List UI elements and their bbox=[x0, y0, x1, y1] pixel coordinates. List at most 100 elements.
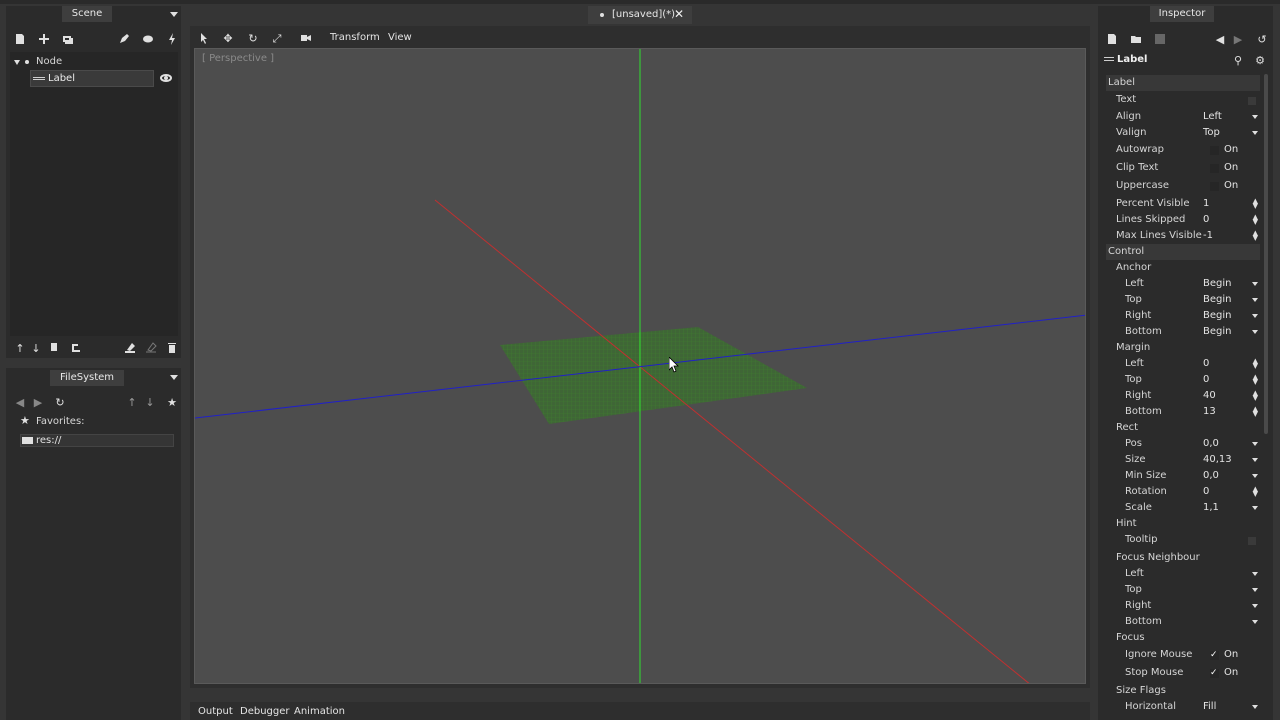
settings-gear-icon[interactable]: ⚙ bbox=[1252, 52, 1268, 68]
inspector-scrollbar[interactable] bbox=[1264, 74, 1268, 434]
3d-canvas[interactable]: [ Perspective ] bbox=[194, 48, 1086, 684]
prop-stop-mouse[interactable]: Stop Mouse On bbox=[1106, 665, 1260, 681]
prop-ignore-mouse[interactable]: Ignore Mouse On bbox=[1106, 647, 1260, 663]
rotate-tool-icon[interactable]: ↻ bbox=[245, 30, 261, 46]
group-rect[interactable]: Rect bbox=[1106, 420, 1260, 436]
prop-rect-min-size[interactable]: Min Size 0,0 bbox=[1106, 468, 1260, 484]
refresh-icon[interactable]: ↻ bbox=[52, 394, 68, 410]
section-label[interactable]: Label bbox=[1106, 75, 1260, 91]
search-icon[interactable]: ⚲ bbox=[1230, 52, 1246, 68]
reparent-icon[interactable] bbox=[68, 340, 84, 356]
spinner-icon[interactable]: ▲ ▼ bbox=[1253, 198, 1258, 210]
open-folder-icon[interactable] bbox=[1128, 31, 1144, 47]
spinner-icon[interactable]: ▲ ▼ bbox=[1253, 358, 1258, 370]
favorite-star-icon[interactable]: ★ bbox=[164, 394, 180, 410]
prop-valign[interactable]: Valign Top bbox=[1106, 125, 1260, 141]
close-tab-icon[interactable]: ✕ bbox=[674, 7, 684, 21]
prop-text[interactable]: Text bbox=[1106, 92, 1260, 108]
prop-rect-scale[interactable]: Scale 1,1 bbox=[1106, 500, 1260, 516]
prop-focus-right[interactable]: Right bbox=[1106, 598, 1260, 614]
visibility-eye-icon[interactable] bbox=[160, 74, 172, 82]
history-forward-icon[interactable]: ▶ bbox=[1230, 31, 1246, 47]
script-disabled-icon[interactable] bbox=[143, 340, 159, 356]
edit-script-icon[interactable] bbox=[116, 31, 132, 47]
inspector-tab[interactable]: Inspector bbox=[1150, 6, 1214, 22]
prop-anchor-bottom[interactable]: Bottom Begin bbox=[1106, 324, 1260, 340]
instance-icon[interactable] bbox=[60, 31, 76, 47]
delete-icon[interactable] bbox=[164, 340, 180, 356]
merge-icon[interactable] bbox=[122, 340, 138, 356]
text-edit-icon[interactable] bbox=[1248, 97, 1256, 105]
prop-max-lines-visible[interactable]: Max Lines Visible -1 ▲ ▼ bbox=[1106, 228, 1260, 244]
prop-margin-right[interactable]: Right 40 ▲ ▼ bbox=[1106, 388, 1260, 404]
prop-lines-skipped[interactable]: Lines Skipped 0 ▲ ▼ bbox=[1106, 212, 1260, 228]
perspective-label[interactable]: [ Perspective ] bbox=[202, 53, 274, 64]
prop-tooltip[interactable]: Tooltip bbox=[1106, 532, 1260, 548]
history-back-icon[interactable]: ◀ bbox=[1212, 31, 1228, 47]
camera-toggle-icon[interactable] bbox=[298, 30, 314, 46]
move-up-icon[interactable]: ↑ bbox=[12, 340, 28, 356]
move-down-icon[interactable]: ↓ bbox=[28, 340, 44, 356]
prop-percent-visible[interactable]: Percent Visible 1 ▲ ▼ bbox=[1106, 196, 1260, 212]
view-menu[interactable]: View bbox=[388, 32, 412, 43]
filesystem-menu-arrow[interactable] bbox=[170, 375, 178, 380]
autowrap-checkbox[interactable] bbox=[1210, 146, 1219, 155]
signals-icon[interactable] bbox=[164, 31, 180, 47]
tree-row-node[interactable]: Node bbox=[10, 54, 178, 70]
prop-uppercase[interactable]: Uppercase On bbox=[1106, 178, 1260, 194]
add-node-icon[interactable] bbox=[36, 31, 52, 47]
spinner-icon[interactable]: ▲ ▼ bbox=[1253, 214, 1258, 226]
scene-tab-title[interactable]: [unsaved](*) bbox=[612, 9, 675, 20]
animation-tab[interactable]: Animation bbox=[294, 706, 345, 717]
select-tool-icon[interactable] bbox=[196, 30, 212, 46]
clip-text-checkbox[interactable] bbox=[1210, 164, 1219, 173]
prop-focus-top[interactable]: Top bbox=[1106, 582, 1260, 598]
prop-anchor-top[interactable]: Top Begin bbox=[1106, 292, 1260, 308]
prop-horizontal[interactable]: Horizontal Fill bbox=[1106, 699, 1260, 715]
group-focus-neighbour[interactable]: Focus Neighbour bbox=[1106, 550, 1260, 566]
history-icon[interactable]: ↺ bbox=[1254, 31, 1270, 47]
save-icon[interactable] bbox=[1152, 31, 1168, 47]
new-resource-icon[interactable] bbox=[1104, 31, 1120, 47]
favorites-row[interactable]: ★ Favorites: bbox=[18, 414, 174, 430]
spinner-icon[interactable]: ▲ ▼ bbox=[1253, 390, 1258, 402]
ignore-mouse-checkbox[interactable] bbox=[1210, 647, 1219, 663]
section-control[interactable]: Control bbox=[1106, 244, 1260, 260]
text-edit-icon[interactable] bbox=[1248, 537, 1256, 545]
stop-mouse-checkbox[interactable] bbox=[1210, 665, 1219, 681]
tree-row-label[interactable]: Label bbox=[30, 70, 154, 87]
prop-rect-pos[interactable]: Pos 0,0 bbox=[1106, 436, 1260, 452]
move-tool-icon[interactable]: ✥ bbox=[220, 30, 236, 46]
filesystem-tab[interactable]: FileSystem bbox=[50, 370, 124, 386]
prop-margin-top[interactable]: Top 0 ▲ ▼ bbox=[1106, 372, 1260, 388]
new-scene-icon[interactable] bbox=[12, 31, 28, 47]
prop-clip-text[interactable]: Clip Text On bbox=[1106, 160, 1260, 176]
prop-anchor-left[interactable]: Left Begin bbox=[1106, 276, 1260, 292]
spinner-icon[interactable]: ▲ ▼ bbox=[1253, 230, 1258, 242]
debugger-tab[interactable]: Debugger bbox=[240, 706, 290, 717]
transform-menu[interactable]: Transform bbox=[330, 32, 380, 43]
output-tab[interactable]: Output bbox=[198, 706, 233, 717]
prop-margin-bottom[interactable]: Bottom 13 ▲ ▼ bbox=[1106, 404, 1260, 420]
prop-anchor-right[interactable]: Right Begin bbox=[1106, 308, 1260, 324]
forward-arrow-icon[interactable]: ▶ bbox=[30, 394, 46, 410]
group-hint[interactable]: Hint bbox=[1106, 516, 1260, 532]
group-focus[interactable]: Focus bbox=[1106, 630, 1260, 646]
res-folder-row[interactable]: res:// bbox=[20, 434, 174, 447]
prop-autowrap[interactable]: Autowrap On bbox=[1106, 142, 1260, 158]
prop-rect-rotation[interactable]: Rotation 0 ▲ ▼ bbox=[1106, 484, 1260, 500]
scene-menu-arrow[interactable] bbox=[170, 12, 178, 17]
scene-tab[interactable]: Scene bbox=[62, 6, 112, 22]
prop-align[interactable]: Align Left bbox=[1106, 109, 1260, 125]
spinner-icon[interactable]: ▲ ▼ bbox=[1253, 374, 1258, 386]
spinner-icon[interactable]: ▲ ▼ bbox=[1253, 406, 1258, 418]
group-anchor[interactable]: Anchor bbox=[1106, 260, 1260, 276]
duplicate-icon[interactable] bbox=[46, 340, 62, 356]
collapse-arrow-icon[interactable] bbox=[14, 60, 20, 65]
prop-focus-left[interactable]: Left bbox=[1106, 566, 1260, 582]
prop-rect-size[interactable]: Size 40,13 bbox=[1106, 452, 1260, 468]
uppercase-checkbox[interactable] bbox=[1210, 182, 1219, 191]
scale-tool-icon[interactable]: ⤢ bbox=[269, 30, 285, 46]
group-margin[interactable]: Margin bbox=[1106, 340, 1260, 356]
move-up-icon[interactable]: ↑ bbox=[124, 394, 140, 410]
